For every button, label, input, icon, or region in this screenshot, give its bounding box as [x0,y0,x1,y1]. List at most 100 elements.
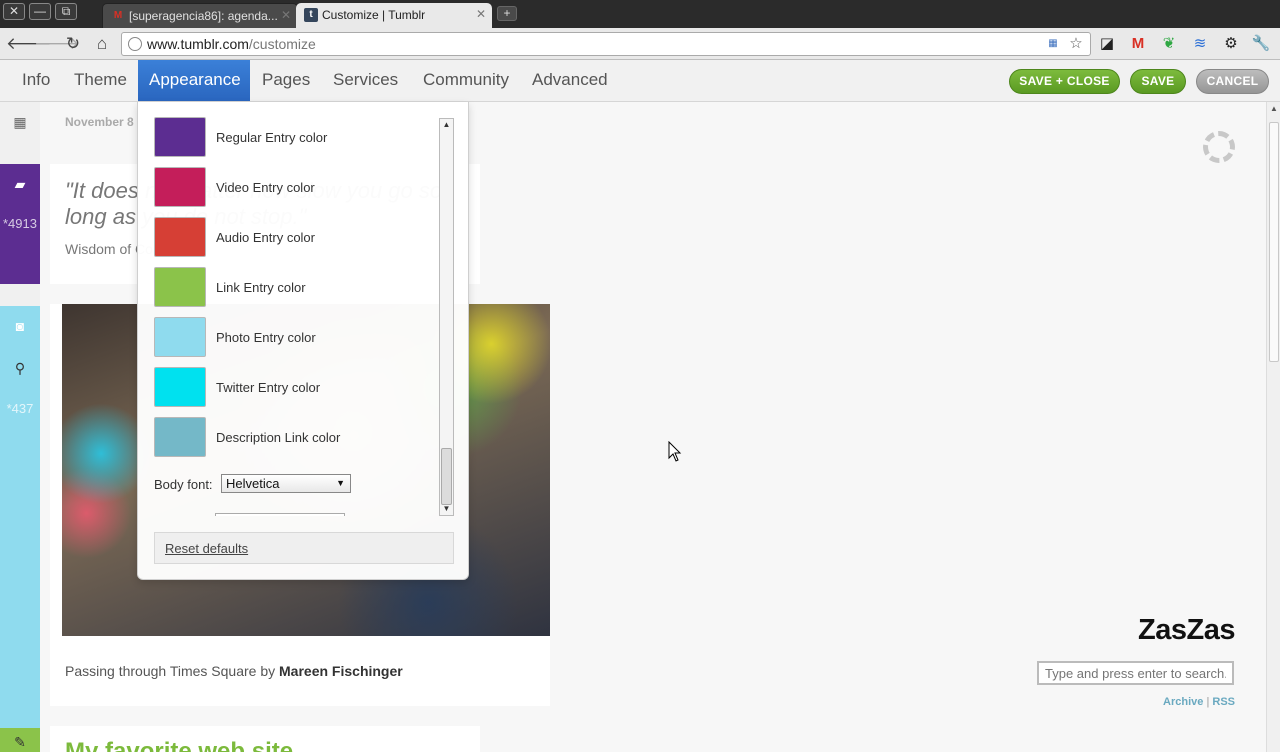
browser-tab-gmail[interactable]: M [superagencia86]: agenda... ✕ [102,3,298,28]
tab-community[interactable]: Community [412,60,520,101]
link-strip: ✎ [0,728,40,752]
save-close-button[interactable]: SAVE + CLOSE [1009,69,1120,94]
close-icon[interactable]: ✕ [281,8,291,22]
reset-bar: Reset defaults [154,532,454,564]
blog-title[interactable]: ZasZas [1138,614,1235,647]
next-option-select[interactable] [215,513,345,516]
tab-appearance[interactable]: Appearance [138,60,250,101]
blog-links: Archive | RSS [1163,696,1235,708]
color-option-description-link[interactable]: Description Link color [154,417,438,457]
color-option-twitter[interactable]: Twitter Entry color [154,367,438,407]
color-option-photo[interactable]: Photo Entry color [154,317,438,357]
note-count: *437 [6,401,34,416]
buffer-icon[interactable]: ≋ [1190,34,1210,54]
home-icon[interactable]: ⌂ [91,33,113,55]
photo-caption: Passing through Times Square by Mareen F… [65,663,403,679]
body-font-select[interactable]: Helvetica ▼ [221,474,351,493]
forward-icon[interactable]: 🡒 [34,33,80,55]
blog-search-input[interactable] [1037,661,1234,685]
link-separator: | [1206,696,1210,708]
photo-strip: ◙ ⚲ *437 [0,306,40,728]
reset-defaults-link[interactable]: Reset defaults [165,541,248,556]
scroll-thumb[interactable] [441,448,452,505]
color-swatch[interactable] [154,167,206,207]
cancel-button[interactable]: CANCEL [1196,69,1269,94]
back-icon[interactable]: 🡐 [6,33,52,55]
wrench-icon[interactable]: 🔧 [1251,34,1271,54]
note-count: *4913 [3,216,37,231]
browser-toolbar: 🡐 🡒 ↻ ⌂ www.tumblr.com/customize ▦ ☆ ◪ M… [0,28,1280,60]
color-swatch[interactable] [154,267,206,307]
mouse-cursor-icon [668,441,682,462]
scroll-up-icon[interactable]: ▲ [1269,104,1279,114]
photo-author[interactable]: Mareen Fischinger [279,663,403,679]
save-button[interactable]: SAVE [1130,69,1186,94]
spacer-strip [0,284,40,306]
caption-text: Passing through Times Square by [65,663,280,679]
rss-link[interactable]: RSS [1212,696,1235,708]
browser-tab-customize[interactable]: t Customize | Tumblr ✕ [296,3,492,28]
customize-nav: Info Theme Appearance Pages Services Com… [0,60,1280,102]
evernote-icon[interactable]: ❦ [1159,34,1179,54]
tab-info[interactable]: Info [11,60,61,101]
color-label: Description Link color [216,430,341,445]
tab-advanced[interactable]: Advanced [521,60,619,101]
color-option-video[interactable]: Video Entry color [154,167,438,207]
window-close-button[interactable]: ✕ [3,3,25,20]
archive-link[interactable]: Archive [1163,696,1203,708]
globe-icon [128,37,142,51]
scroll-up-icon[interactable]: ▲ [440,119,453,131]
color-label: Link Entry color [216,280,306,295]
gmail-icon[interactable]: M [1128,34,1148,54]
color-label: Twitter Entry color [216,380,321,395]
color-option-link[interactable]: Link Entry color [154,267,438,307]
color-swatch[interactable] [154,317,206,357]
color-option-regular[interactable]: Regular Entry color [154,117,438,157]
window-maximize-button[interactable]: ⧉ [55,3,77,20]
html5-icon[interactable]: ▦ [1043,34,1063,54]
close-icon[interactable]: ✕ [476,7,486,21]
gmail-icon: M [113,10,123,21]
link-icon: ✎ [14,734,26,750]
color-swatch[interactable] [154,217,206,257]
body-font-value: Helvetica [226,476,280,491]
tab-services[interactable]: Services [322,60,409,101]
reload-icon[interactable]: ↻ [62,33,84,55]
body-font-row: Body font: Helvetica ▼ [154,474,438,494]
new-tab-button[interactable]: + [497,6,517,21]
star-icon[interactable]: ☆ [1066,34,1086,54]
color-swatch[interactable] [154,417,206,457]
color-label: Regular Entry color [216,130,328,145]
window-minimize-button[interactable]: — [29,3,51,20]
scroll-thumb[interactable] [1269,122,1279,362]
address-bar[interactable]: www.tumblr.com/customize [121,32,1091,56]
camera-icon: ◙ [15,318,25,334]
tab-title: Customize | Tumblr [322,8,426,22]
appearance-panel: Regular Entry color Video Entry color Au… [137,102,469,580]
color-swatch[interactable] [154,367,206,407]
url-path: /customize [248,36,316,52]
delicious-icon[interactable]: ◪ [1097,34,1117,54]
browser-tab-bar: ✕ — ⧉ M [superagencia86]: agenda... ✕ t … [0,0,1280,28]
color-label: Video Entry color [216,180,315,195]
appearance-options-list: Regular Entry color Video Entry color Au… [138,102,438,516]
tab-theme[interactable]: Theme [63,60,138,101]
panel-scrollbar[interactable]: ▲ ▼ [439,118,454,516]
quote-strip: ▰ *4913 [0,164,40,284]
color-swatch[interactable] [154,117,206,157]
body-font-label: Body font: [154,477,213,492]
post-date: November 8 [65,115,134,129]
url-host: www.tumblr.com [147,36,249,52]
tab-pages[interactable]: Pages [251,60,321,101]
search-icon[interactable]: ⚲ [10,360,30,377]
color-label: Audio Entry color [216,230,315,245]
dropdown-arrow-icon: ▼ [336,478,345,488]
page-scrollbar[interactable]: ▲ [1266,102,1280,752]
gear-icon[interactable]: ⚙ [1221,34,1241,54]
loading-spinner-icon [1203,131,1235,163]
tab-title: [superagencia86]: agenda... [129,9,278,23]
link-post-title[interactable]: My favorite web site [65,738,293,752]
tumblr-icon: t [304,8,318,22]
scroll-down-icon[interactable]: ▼ [440,503,453,515]
color-option-audio[interactable]: Audio Entry color [154,217,438,257]
